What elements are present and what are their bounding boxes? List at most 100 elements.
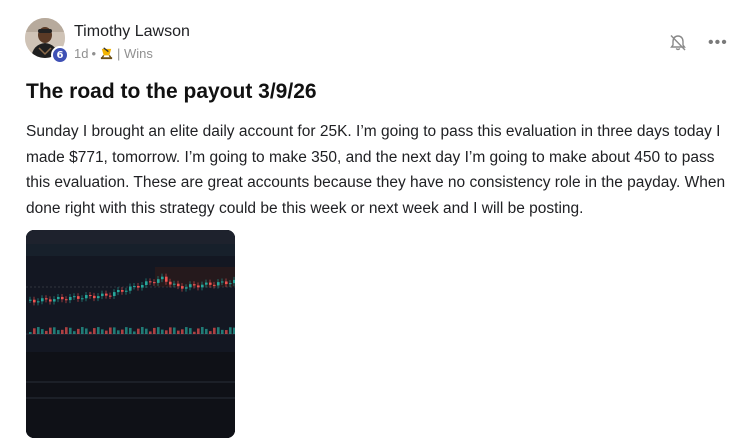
- volume-bar: [73, 331, 76, 334]
- chart-toolbar: [26, 230, 235, 244]
- post-body: Sunday I brought an elite daily account …: [26, 123, 726, 217]
- candle-body: [85, 295, 88, 299]
- candle-body: [133, 285, 136, 287]
- volume-bar: [149, 331, 152, 334]
- candle-body: [165, 276, 168, 282]
- candle-body: [169, 281, 172, 285]
- volume-bar: [93, 328, 96, 334]
- bell-icon[interactable]: [668, 33, 688, 53]
- level-badge: 6: [51, 46, 69, 64]
- volume-bar: [29, 332, 32, 334]
- candle-body: [193, 284, 196, 286]
- candle-body: [161, 276, 164, 280]
- candle-body: [197, 285, 200, 288]
- candle-body: [125, 290, 128, 292]
- candle-body: [129, 286, 132, 291]
- volume-bar: [233, 327, 235, 334]
- post-image-attachment[interactable]: [26, 230, 235, 438]
- volume-bar: [45, 330, 48, 334]
- candle-body: [181, 286, 184, 289]
- post-time: 1d: [74, 46, 89, 61]
- candle-body: [77, 296, 80, 299]
- volume-bar: [173, 327, 176, 334]
- candle-body: [209, 282, 212, 285]
- volume-bar: [221, 329, 224, 334]
- more-options-button[interactable]: •••: [708, 35, 728, 51]
- candle-body: [177, 283, 180, 287]
- volume-bar: [105, 330, 108, 334]
- volume-bar: [57, 330, 60, 334]
- volume-bar: [161, 329, 164, 334]
- volume-bar: [197, 328, 200, 334]
- volume-bar: [189, 328, 192, 334]
- volume-bar: [165, 330, 168, 334]
- volume-bar: [37, 327, 40, 334]
- candle-body: [145, 281, 148, 286]
- post-meta: 1d • | Wins: [74, 46, 153, 61]
- candle-body: [57, 296, 60, 300]
- candle-body: [81, 298, 84, 300]
- candle-body: [69, 296, 72, 301]
- candle-body: [33, 299, 36, 303]
- candle-body: [61, 296, 64, 300]
- volume-bar: [97, 327, 100, 334]
- positions-panel: [26, 352, 235, 438]
- volume-bar: [81, 327, 84, 334]
- candle-body: [89, 295, 92, 297]
- candle-body: [73, 296, 76, 298]
- volume-bar: [153, 327, 156, 334]
- candle-body: [45, 298, 48, 300]
- volume-bar: [177, 330, 180, 334]
- trading-chart-image: [26, 230, 235, 438]
- category-link[interactable]: | Wins: [117, 46, 153, 61]
- volume-bar: [217, 327, 220, 334]
- volume-bar: [181, 329, 184, 334]
- volume-bar: [229, 327, 232, 334]
- volume-bar: [69, 327, 72, 334]
- candle-body: [93, 295, 96, 299]
- candle-body: [109, 295, 112, 297]
- candle-body: [157, 279, 160, 283]
- candle-body: [221, 281, 224, 283]
- author-name[interactable]: Timothy Lawson: [74, 23, 190, 41]
- candle-body: [105, 293, 108, 296]
- candle-body: [153, 282, 156, 284]
- volume-bar: [137, 328, 140, 334]
- volume-bar: [117, 330, 120, 334]
- volume-bar: [41, 329, 44, 334]
- volume-bar: [53, 327, 56, 334]
- candle-body: [117, 290, 120, 293]
- volume-bar: [185, 327, 188, 334]
- candle-body: [229, 283, 232, 285]
- author-avatar-container[interactable]: 6: [25, 18, 69, 64]
- post-title: The road to the payout 3/9/26: [26, 80, 317, 103]
- candle-body: [41, 298, 44, 302]
- candle-body: [225, 281, 228, 285]
- volume-bar: [129, 327, 132, 334]
- volume-bar: [141, 327, 144, 334]
- volume-bar: [61, 329, 64, 334]
- chart-header-bar: [26, 244, 235, 256]
- volume-bar: [49, 327, 52, 334]
- candle-body: [121, 290, 124, 292]
- candle-body: [65, 299, 68, 301]
- trophy-icon: [99, 46, 114, 61]
- meta-separator: •: [91, 46, 97, 61]
- candle-body: [149, 281, 152, 283]
- candle-body: [189, 284, 192, 288]
- candle-body: [29, 299, 32, 301]
- volume-bar: [169, 327, 172, 334]
- candle-body: [233, 279, 235, 284]
- candle-body: [185, 287, 188, 289]
- volume-bar: [85, 328, 88, 334]
- candle-body: [201, 284, 204, 288]
- volume-bar: [213, 327, 216, 334]
- candle-body: [213, 284, 216, 286]
- candle-body: [217, 282, 220, 286]
- volume-bar: [113, 327, 116, 334]
- volume-bar: [89, 331, 92, 334]
- candle-body: [141, 285, 144, 288]
- volume-bar: [125, 327, 128, 334]
- candle-body: [101, 293, 104, 297]
- candle-body: [37, 301, 40, 303]
